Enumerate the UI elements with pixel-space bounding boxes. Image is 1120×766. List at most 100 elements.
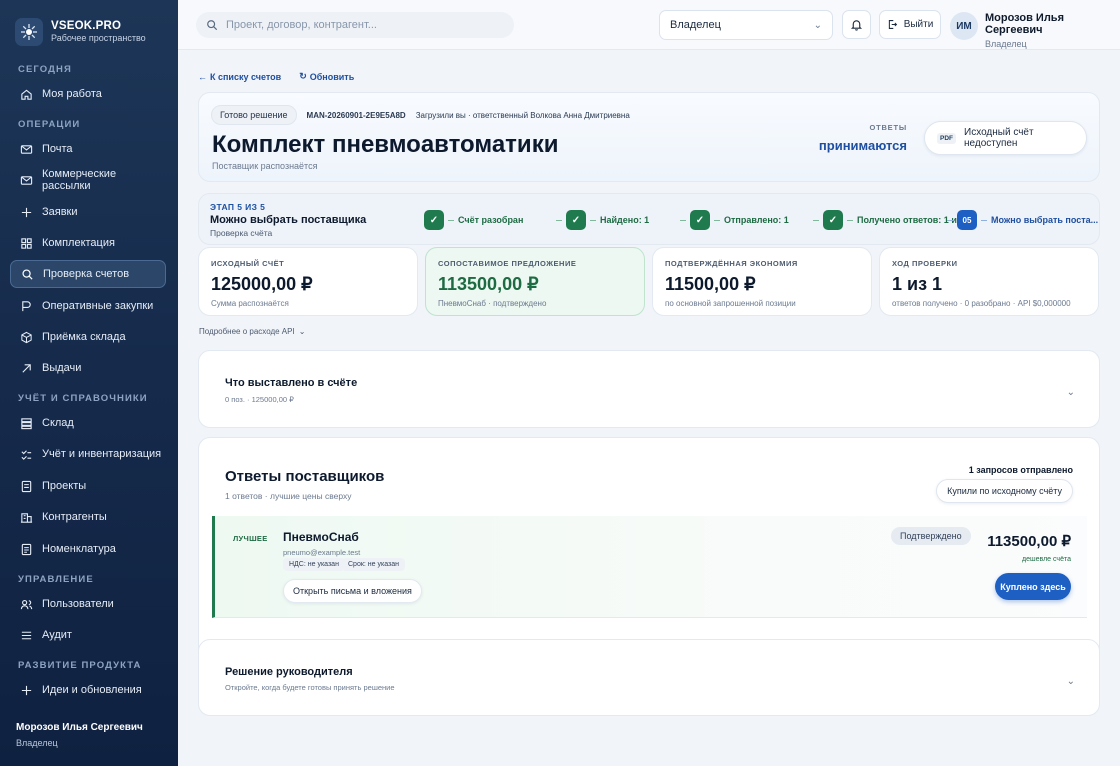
sidebar-item-label: Номенклатура	[42, 543, 116, 555]
original-invoice-label: Исходный счёт недоступен	[964, 127, 1034, 149]
sidebar-item-my-work[interactable]: Моя работа	[10, 80, 166, 108]
metric-label: ПОДТВЕРЖДЁННАЯ ЭКОНОМИЯ	[665, 259, 798, 268]
sidebar-item-inventory[interactable]: Учёт и инвентаризация	[10, 440, 166, 468]
sidebar-item-label: Приёмка склада	[42, 331, 126, 343]
sidebar-item-label: Оперативные закупки	[42, 300, 154, 312]
sidebar-item-warehouse-receiving[interactable]: Приёмка склада	[10, 323, 166, 351]
search-icon	[207, 20, 218, 31]
logout-button[interactable]: Выйти	[879, 10, 941, 39]
sidebar-item-users[interactable]: Пользователи	[10, 590, 166, 618]
sidebar-item-commercial-mailings[interactable]: Коммерческие рассылки	[10, 166, 166, 194]
sidebar-item-warehouse[interactable]: Склад	[10, 409, 166, 437]
sidebar-item-counterparties[interactable]: Контрагенты	[10, 503, 166, 531]
sidebar-item-ideas[interactable]: Идеи и обновления	[10, 676, 166, 704]
metric-original-invoice: ИСХОДНЫЙ СЧЁТ 125000,00 ₽ Сумма распозна…	[198, 247, 418, 316]
answers-status: принимаются	[818, 138, 907, 153]
api-details-toggle[interactable]: Подробнее о расходе API ⌄	[199, 327, 305, 336]
sidebar-item-projects[interactable]: Проекты	[10, 472, 166, 500]
metric-sub: по основной запрошенной позиции	[665, 299, 796, 308]
sidebar-item-label: Контрагенты	[42, 511, 107, 523]
notifications-button[interactable]	[842, 10, 871, 39]
search-field[interactable]: Проект, договор, контрагент...	[196, 12, 514, 38]
step-label: Можно выбрать поста...	[991, 215, 1099, 225]
bought-here-button[interactable]: Куплено здесь	[995, 573, 1071, 600]
section-management: УПРАВЛЕНИЕ	[18, 574, 94, 585]
step-number: 05	[957, 210, 977, 230]
open-emails-button[interactable]: Открыть письма и вложения	[283, 579, 422, 603]
refresh-link[interactable]: ↻ Обновить	[299, 71, 354, 82]
requests-sent: 1 запросов отправлено	[968, 465, 1073, 475]
step-choose-supplier: 05 Можно выбрать поста...	[947, 210, 1098, 230]
sidebar-item-quick-purchases[interactable]: Оперативные закупки	[10, 292, 166, 320]
sidebar-item-issues[interactable]: Выдачи	[10, 354, 166, 382]
metric-sub: Сумма распознаётся	[211, 299, 289, 308]
users-icon	[20, 599, 33, 609]
metric-label: ИСХОДНЫЙ СЧЁТ	[211, 259, 285, 268]
folder-icon	[21, 480, 32, 492]
grid-icon	[21, 237, 32, 249]
top-user[interactable]: Морозов Илья Сергеевич Владелец	[985, 12, 1120, 49]
top-user-role: Владелец	[985, 39, 1027, 49]
refresh-label: Обновить	[309, 71, 355, 82]
sidebar-user[interactable]: Морозов Илья Сергеевич Владелец	[16, 722, 143, 748]
metric-value: 113500,00 ₽	[438, 274, 539, 294]
brand[interactable]: VSEOK.PRO Рабочее пространство	[0, 0, 178, 48]
doc-icon	[21, 543, 32, 555]
step-received: ✓ Получено ответов: 1 и...	[813, 210, 964, 230]
metric-label: СОПОСТАВИМОЕ ПРЕДЛОЖЕНИЕ	[438, 259, 577, 268]
brand-logo-icon	[15, 17, 43, 46]
metric-savings: ПОДТВЕРЖДЁННАЯ ЭКОНОМИЯ 11500,00 ₽ по ос…	[652, 247, 872, 316]
mail-icon	[20, 175, 33, 185]
back-link[interactable]: ← К списку счетов	[198, 71, 281, 82]
brand-name: VSEOK.PRO	[51, 20, 122, 32]
chevron-down-icon[interactable]: ⌄	[1067, 676, 1075, 687]
metric-label: ХОД ПРОВЕРКИ	[892, 259, 958, 268]
mail-icon	[20, 144, 33, 154]
step-label: Счёт разобран	[458, 215, 524, 225]
sidebar-item-kitting[interactable]: Комплектация	[10, 229, 166, 257]
sidebar-item-label: Идеи и обновления	[42, 684, 142, 696]
sidebar-item-label: Склад	[42, 417, 74, 429]
building-icon	[20, 512, 33, 523]
plus-icon	[21, 685, 32, 695]
role-select[interactable]: Владелец ⌄	[659, 10, 833, 40]
sidebar-item-label: Учёт и инвентаризация	[42, 448, 162, 460]
sidebar-item-audit[interactable]: Аудит	[10, 621, 166, 649]
check-icon: ✓	[823, 210, 843, 230]
top-user-name: Морозов Илья Сергеевич	[985, 12, 1064, 36]
section-accounting: УЧЁТ И СПРАВОЧНИКИ	[18, 393, 148, 404]
sidebar-item-label: Проверка счетов	[43, 268, 130, 280]
sidebar-item-invoice-check[interactable]: Проверка счетов	[10, 260, 166, 288]
search-input[interactable]: Проект, договор, контрагент...	[226, 19, 377, 31]
sidebar-item-label: Коммерческие рассылки	[42, 168, 117, 192]
sidebar-item-requests[interactable]: Заявки	[10, 198, 166, 226]
status-badge: Подтверждено	[891, 527, 971, 545]
sidebar-item-label: Комплектация	[42, 237, 115, 249]
metric-sub: ответов получено · 0 разобрано · API $0,…	[892, 299, 1071, 308]
sidebar-item-label: Аудит	[42, 629, 72, 641]
sidebar-item-nomenclature[interactable]: Номенклатура	[10, 535, 166, 563]
invoice-items-section[interactable]: Что выставлено в счёте 0 поз. · 125000,0…	[198, 350, 1100, 428]
sidebar: VSEOK.PRO Рабочее пространство СЕГОДНЯ М…	[0, 0, 178, 766]
check-icon: ✓	[690, 210, 710, 230]
page-subtitle: Поставщик распознаётся	[212, 161, 318, 171]
breadcrumb: ← К списку счетов ↻ Обновить	[198, 71, 354, 82]
original-invoice-button[interactable]: PDF Исходный счёт недоступен	[924, 121, 1087, 155]
page-title: Комплект пневмоавтоматики	[212, 131, 559, 158]
api-details-label: Подробнее о расходе API	[199, 327, 295, 336]
best-badge: ЛУЧШЕЕ	[233, 534, 268, 543]
sidebar-item-label: Заявки	[42, 206, 78, 218]
chevron-down-icon[interactable]: ⌄	[1067, 387, 1075, 398]
section-subtitle: 1 ответов · лучшие цены сверху	[225, 491, 352, 501]
answers-label: ОТВЕТЫ	[869, 123, 907, 132]
supplier-name: ПневмоСнаб	[283, 530, 359, 544]
chevron-down-icon: ⌄	[813, 19, 822, 31]
offer-price: 113500,00 ₽	[987, 533, 1071, 550]
home-icon	[21, 89, 32, 100]
chevron-down-icon: ⌄	[298, 327, 306, 336]
manager-decision-section[interactable]: Решение руководителя Откройте, когда буд…	[198, 639, 1100, 716]
sidebar-item-mail[interactable]: Почта	[10, 135, 166, 163]
avatar[interactable]: ИМ	[950, 12, 978, 40]
bought-original-button[interactable]: Купили по исходному счёту	[936, 479, 1073, 503]
section-subtitle: Откройте, когда будете готовы принять ре…	[225, 683, 395, 692]
